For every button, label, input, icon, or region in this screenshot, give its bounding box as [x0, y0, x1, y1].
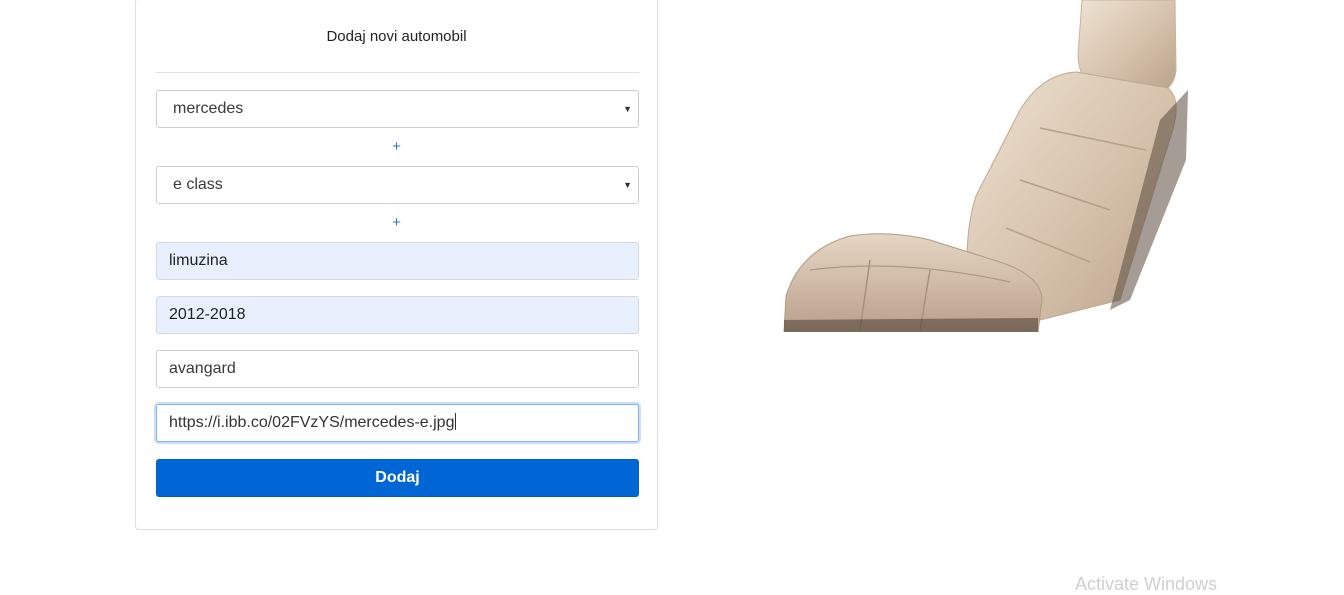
add-model-button[interactable]: + — [136, 214, 657, 231]
brand-select[interactable]: mercedes ▼ — [156, 90, 639, 128]
submit-button[interactable]: Dodaj — [156, 459, 639, 497]
model-select[interactable]: e class ▼ — [156, 166, 639, 204]
text-cursor — [455, 413, 457, 430]
car-seat-preview-image — [783, 0, 1188, 332]
trim-input[interactable]: avangard — [156, 350, 639, 388]
form-title: Dodaj novi automobil — [326, 28, 467, 45]
windows-activation-watermark: Activate Windows — [1075, 574, 1218, 594]
years-input[interactable]: 2012-2018 — [156, 296, 639, 334]
add-brand-button[interactable]: + — [136, 138, 657, 155]
years-value: 2012-2018 — [169, 306, 246, 323]
body-type-value: limuzina — [169, 252, 228, 269]
trim-value: avangard — [169, 360, 236, 377]
add-car-form-card: Dodaj novi automobil mercedes ▼ + e clas… — [135, 0, 658, 530]
title-divider — [156, 72, 639, 73]
body-type-input[interactable]: limuzina — [156, 242, 639, 280]
dropdown-arrow-icon: ▼ — [623, 180, 632, 190]
dropdown-arrow-icon: ▼ — [623, 104, 632, 114]
image-url-value: https://i.ibb.co/02FVzYS/mercedes-e.jpg — [169, 414, 455, 431]
model-select-value: e class — [173, 176, 223, 193]
brand-select-value: mercedes — [173, 100, 244, 117]
image-url-input[interactable]: https://i.ibb.co/02FVzYS/mercedes-e.jpg — [156, 404, 639, 442]
